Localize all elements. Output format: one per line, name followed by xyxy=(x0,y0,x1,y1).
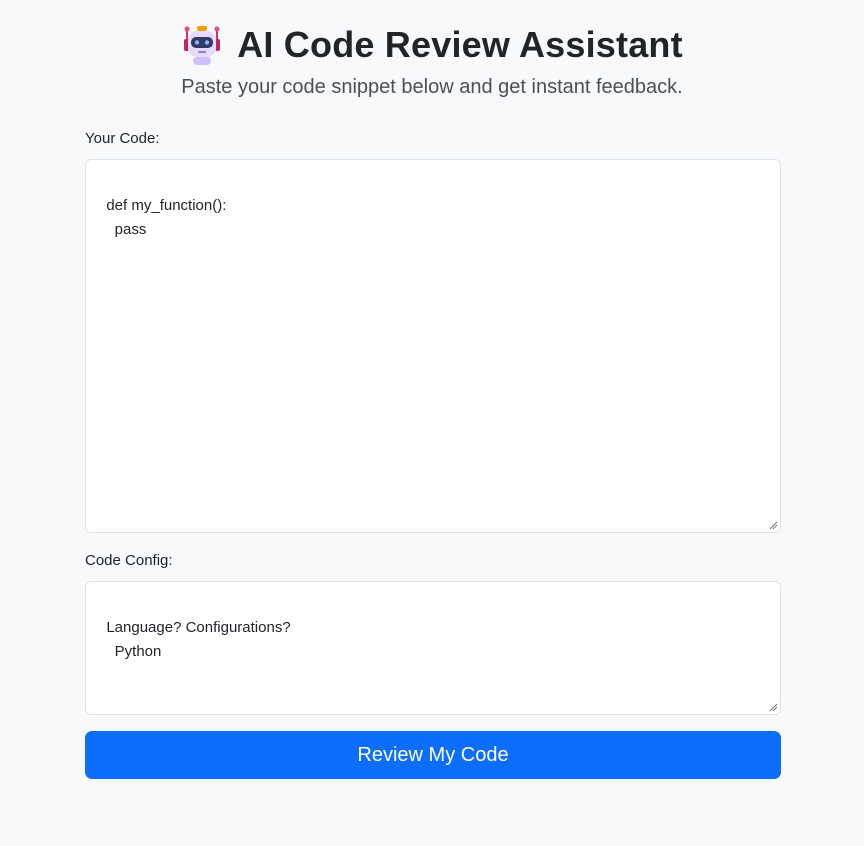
page-title: AI Code Review Assistant xyxy=(237,24,683,65)
review-code-button[interactable]: Review My Code xyxy=(85,731,781,779)
page-header: AI Code Review Assistant Paste your code… xyxy=(0,22,864,99)
code-input-label: Your Code: xyxy=(85,130,160,147)
page-subtitle: Paste your code snippet below and get in… xyxy=(181,76,683,98)
config-input-label: Code Config: xyxy=(85,552,173,569)
config-input-value: Language? Configurations? Python xyxy=(106,619,291,660)
title-row: AI Code Review Assistant xyxy=(0,22,864,68)
resize-handle-icon[interactable] xyxy=(769,521,778,530)
code-input-value: def my_function(): pass xyxy=(106,197,227,238)
code-input[interactable]: def my_function(): pass xyxy=(85,159,781,533)
config-input[interactable]: Language? Configurations? Python xyxy=(85,581,781,715)
resize-handle-icon[interactable] xyxy=(769,703,778,712)
robot-icon xyxy=(181,24,223,66)
